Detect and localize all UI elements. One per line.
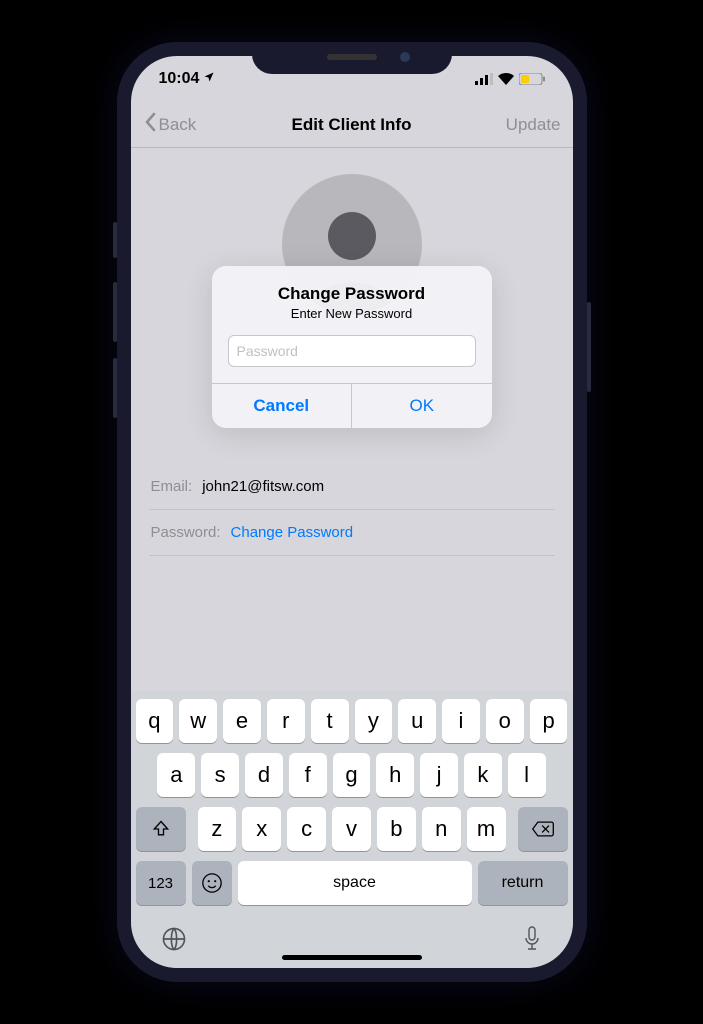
key-j[interactable]: j [420,753,458,797]
numbers-key[interactable]: 123 [136,861,186,905]
key-h[interactable]: h [376,753,414,797]
key-f[interactable]: f [289,753,327,797]
key-i[interactable]: i [442,699,480,743]
key-o[interactable]: o [486,699,524,743]
key-g[interactable]: g [333,753,371,797]
emoji-key[interactable] [192,861,232,905]
key-b[interactable]: b [377,807,416,851]
keyboard: qwertyuiop asdfghjkl zxcvbnm 123 space r… [131,691,573,968]
key-c[interactable]: c [287,807,326,851]
key-m[interactable]: m [467,807,506,851]
key-w[interactable]: w [179,699,217,743]
side-button-vol-up [113,282,117,342]
key-y[interactable]: y [355,699,393,743]
space-key[interactable]: space [238,861,472,905]
ok-button[interactable]: OK [352,384,492,428]
globe-key[interactable] [160,925,188,958]
key-a[interactable]: a [157,753,195,797]
key-t[interactable]: t [311,699,349,743]
dialog-message: Enter New Password [228,306,476,321]
phone-screen: 10:04 Ba [131,56,573,968]
key-l[interactable]: l [508,753,546,797]
mic-icon [520,925,544,953]
backspace-icon [531,820,555,838]
return-key[interactable]: return [478,861,568,905]
cancel-button[interactable]: Cancel [212,384,353,428]
key-q[interactable]: q [136,699,174,743]
globe-icon [160,925,188,953]
home-indicator[interactable] [282,955,422,960]
phone-frame: 10:04 Ba [117,42,587,982]
side-button-right [587,302,591,392]
shift-icon [151,819,171,839]
key-r[interactable]: r [267,699,305,743]
key-u[interactable]: u [398,699,436,743]
key-e[interactable]: e [223,699,261,743]
password-input[interactable] [228,335,476,367]
emoji-icon [201,872,223,894]
key-s[interactable]: s [201,753,239,797]
shift-key[interactable] [136,807,186,851]
key-z[interactable]: z [198,807,237,851]
key-p[interactable]: p [530,699,568,743]
side-button-mute [113,222,117,258]
key-v[interactable]: v [332,807,371,851]
mic-key[interactable] [520,925,544,958]
key-x[interactable]: x [242,807,281,851]
key-n[interactable]: n [422,807,461,851]
change-password-dialog: Change Password Enter New Password Cance… [212,266,492,428]
backspace-key[interactable] [518,807,568,851]
key-k[interactable]: k [464,753,502,797]
dialog-title: Change Password [228,284,476,304]
side-button-vol-down [113,358,117,418]
key-d[interactable]: d [245,753,283,797]
